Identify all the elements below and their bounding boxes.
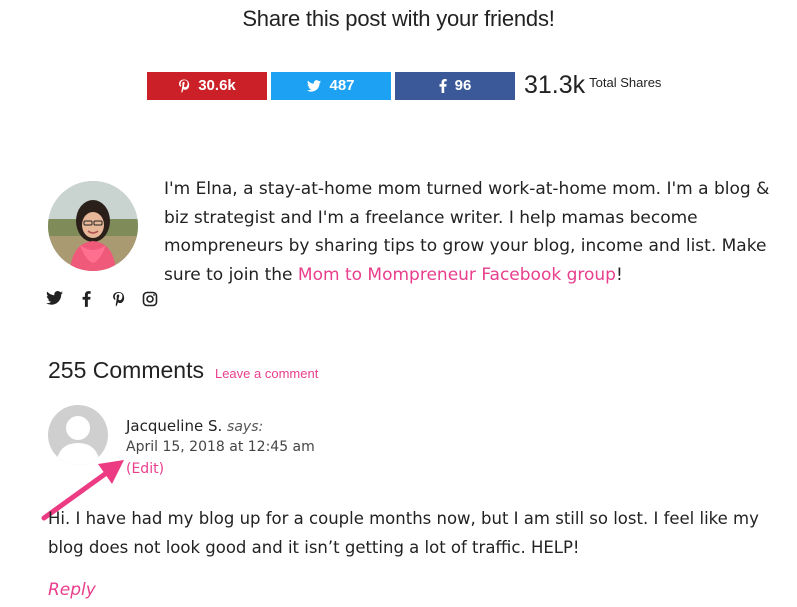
total-shares-label: Total Shares bbox=[589, 75, 662, 90]
facebook-share-count: 96 bbox=[454, 77, 472, 94]
facebook-group-link[interactable]: Mom to Mompreneur Facebook group bbox=[298, 265, 616, 285]
twitter-icon bbox=[307, 79, 322, 92]
comment-edit-link[interactable]: (Edit) bbox=[126, 461, 164, 477]
comment-author: Jacqueline S. says: bbox=[126, 417, 263, 435]
twitter-icon[interactable] bbox=[46, 291, 64, 309]
pinterest-icon bbox=[179, 79, 190, 93]
instagram-icon[interactable] bbox=[142, 291, 160, 309]
comment-says-label: says: bbox=[227, 419, 264, 435]
facebook-icon bbox=[439, 78, 447, 93]
author-social-links bbox=[46, 291, 160, 309]
facebook-share-button[interactable]: 96 bbox=[395, 71, 515, 100]
comment-author-name: Jacqueline S. bbox=[126, 417, 223, 435]
reply-button[interactable]: Reply bbox=[48, 580, 96, 600]
author-bio-end: ! bbox=[615, 264, 623, 285]
pinterest-icon[interactable] bbox=[110, 291, 128, 309]
facebook-icon[interactable] bbox=[78, 291, 96, 309]
comments-heading: 255 Comments Leave a comment bbox=[48, 357, 318, 384]
leave-comment-link[interactable]: Leave a comment bbox=[215, 366, 318, 381]
twitter-share-button[interactable]: 487 bbox=[271, 71, 391, 100]
total-shares-count: 31.3k bbox=[524, 71, 586, 99]
comment-date-link[interactable]: April 15, 2018 at 12:45 am bbox=[126, 439, 315, 455]
pinterest-share-button[interactable]: 30.6k bbox=[147, 71, 267, 100]
author-bio: I'm Elna, a stay-at-home mom turned work… bbox=[164, 175, 774, 289]
author-avatar bbox=[48, 181, 138, 271]
comment-body: Hi. I have had my blog up for a couple m… bbox=[48, 509, 759, 557]
share-bar: 30.6k 487 96 31.3k Total Shares bbox=[147, 71, 661, 100]
twitter-share-count: 487 bbox=[329, 77, 355, 94]
comments-count: 255 Comments bbox=[48, 357, 204, 383]
pinterest-share-count: 30.6k bbox=[198, 77, 236, 94]
share-title: Share this post with your friends! bbox=[242, 6, 555, 31]
